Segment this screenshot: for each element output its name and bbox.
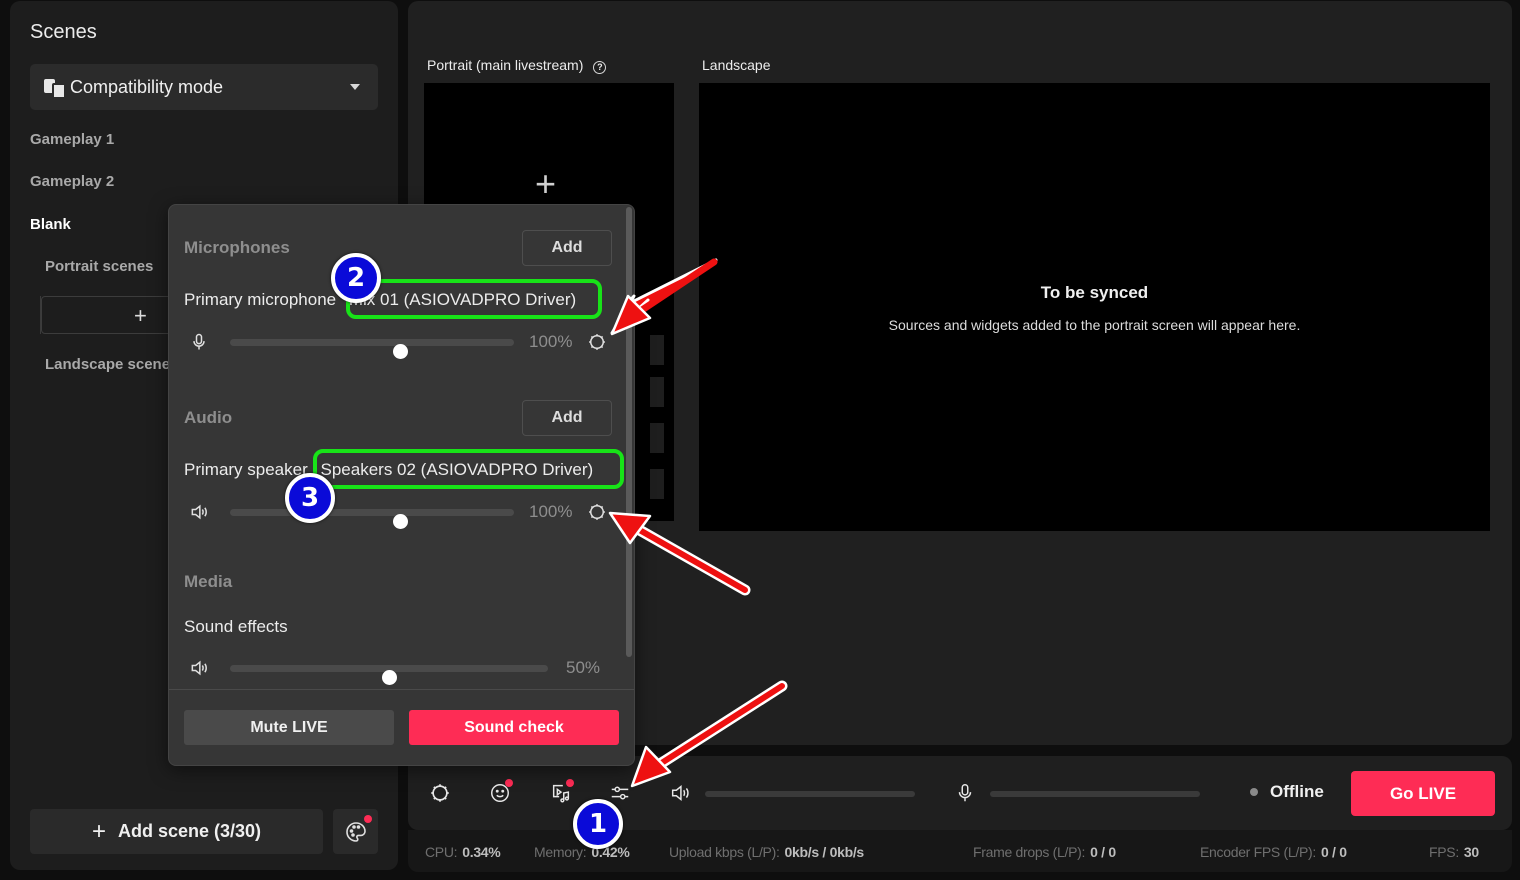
add-scene-button[interactable]: + Add scene (3/30) (30, 809, 323, 854)
sound-effects-label: Sound effects (184, 617, 288, 636)
palette-icon (345, 821, 366, 842)
go-live-button[interactable]: Go LIVE (1351, 771, 1495, 816)
notification-dot (566, 779, 574, 787)
step-badge-1: 1 (573, 799, 623, 849)
popover-scrollbar[interactable] (626, 207, 632, 657)
mute-live-button[interactable]: Mute LIVE (184, 710, 394, 745)
microphone-volume-slider[interactable] (230, 339, 514, 359)
canvas-tool-tab[interactable] (650, 377, 664, 407)
primary-microphone-label: Primary microphone (184, 290, 337, 309)
step-badge-2: 2 (331, 253, 381, 303)
mode-selector-label: Compatibility mode (70, 76, 224, 97)
portrait-label: Portrait (main livestream)? (427, 57, 607, 74)
microphones-heading: Microphones (184, 238, 290, 257)
plus-icon: + (134, 303, 147, 328)
speaker-volume-slider[interactable] (230, 509, 514, 529)
slider-thumb[interactable] (393, 344, 409, 359)
speaker-level-meter (705, 791, 915, 797)
landscape-canvas: To be synced Sources and widgets added t… (699, 83, 1490, 531)
sync-subtitle: Sources and widgets added to the portrai… (888, 317, 1301, 333)
help-icon[interactable]: ? (593, 61, 607, 74)
stat-frame-drops: Frame drops (L/P): 0 / 0 (973, 844, 1116, 860)
effects-button[interactable] (489, 779, 513, 804)
speaker-volume-value: 100% (529, 502, 573, 521)
microphone-icon (193, 333, 205, 350)
landscape-scenes-heading: Landscape scenes (45, 356, 179, 373)
stat-encoder-fps: Encoder FPS (L/P): 0 / 0 (1200, 844, 1347, 860)
slider-thumb[interactable] (382, 670, 397, 685)
microphone-settings-gear-icon[interactable] (587, 332, 607, 352)
chevron-down-icon (350, 84, 360, 90)
mic-level-meter (990, 791, 1200, 797)
microphone-volume-value: 100% (529, 332, 573, 351)
add-microphone-button[interactable]: Add (522, 230, 612, 266)
sound-effects-volume-row: 50% (184, 656, 624, 685)
sound-effects-volume-value: 50% (566, 658, 601, 677)
mode-selector-dropdown[interactable]: Compatibility mode (30, 64, 378, 110)
stat-upload: Upload kbps (L/P): 0kb/s / 0kb/s (669, 844, 864, 860)
canvas-tool-tab[interactable] (650, 469, 664, 499)
popover-divider (169, 689, 634, 690)
audio-heading: Audio (184, 408, 233, 427)
add-source-icon[interactable]: + (535, 163, 556, 205)
sync-title: To be synced (1040, 283, 1149, 302)
canvas-tool-tab[interactable] (650, 335, 664, 365)
speaker-icon (191, 660, 207, 676)
sound-check-button[interactable]: Sound check (409, 710, 619, 745)
slider-thumb[interactable] (393, 514, 409, 529)
scene-item-gameplay-1[interactable]: Gameplay 1 (30, 131, 114, 148)
microphone-highlight-box (346, 279, 602, 319)
add-scene-label: Add scene (3/30) (117, 821, 262, 841)
audio-mixer-icon[interactable] (609, 782, 631, 804)
speaker-settings-gear-icon[interactable] (587, 502, 607, 522)
speaker-highlight-box (313, 449, 624, 489)
microphone-icon[interactable] (954, 782, 976, 804)
media-heading: Media (184, 572, 233, 591)
settings-icon[interactable] (429, 782, 451, 804)
scenes-title: Scenes (30, 21, 97, 43)
add-audio-button[interactable]: Add (522, 400, 612, 436)
status-label: Offline (1270, 782, 1324, 801)
portrait-scenes-heading: Portrait scenes (45, 258, 154, 275)
stats-bar: CPU: 0.34% Memory: 0.42% Upload kbps (L/P)… (408, 830, 1512, 872)
stat-memory: Memory: 0.42% (534, 844, 630, 860)
microphone-volume-row: 100% (184, 330, 624, 359)
plus-icon: + (91, 817, 106, 845)
landscape-label: Landscape (702, 57, 771, 73)
compatibility-mode-icon (44, 78, 66, 99)
stream-status: Offline (1250, 782, 1324, 802)
stat-cpu: CPU: 0.34% (425, 844, 501, 860)
notification-dot (505, 779, 513, 787)
scene-item-gameplay-2[interactable]: Gameplay 2 (30, 173, 114, 190)
primary-speaker-label: Primary speaker (184, 460, 308, 479)
notification-dot (364, 815, 372, 823)
canvas-tool-tab[interactable] (650, 423, 664, 453)
step-badge-3: 3 (285, 473, 335, 523)
media-button[interactable] (550, 779, 574, 804)
speaker-icon (191, 504, 207, 520)
stat-fps: FPS: 30 (1429, 844, 1479, 860)
status-dot (1250, 788, 1258, 796)
speaker-icon[interactable] (669, 782, 691, 804)
scene-item-blank[interactable]: Blank (30, 216, 71, 233)
portrait-label-text: Portrait (main livestream) (427, 57, 584, 73)
theme-button[interactable] (333, 809, 378, 854)
sound-effects-volume-slider[interactable] (230, 665, 548, 685)
speaker-volume-row: 100% (184, 500, 624, 529)
